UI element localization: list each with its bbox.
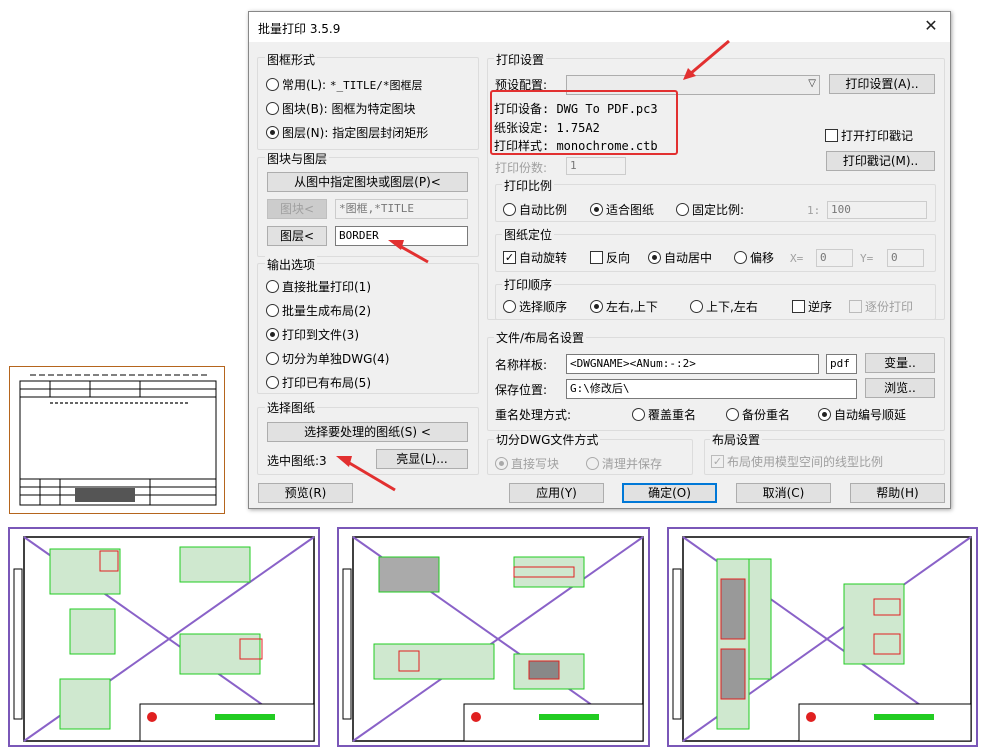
- arrow-to-count: [345, 459, 396, 492]
- arrow-to-border: [397, 243, 429, 264]
- arrow-to-preset: [689, 39, 730, 76]
- annotation-arrows: [336, 39, 730, 492]
- arrow-to-count-head: [336, 456, 352, 467]
